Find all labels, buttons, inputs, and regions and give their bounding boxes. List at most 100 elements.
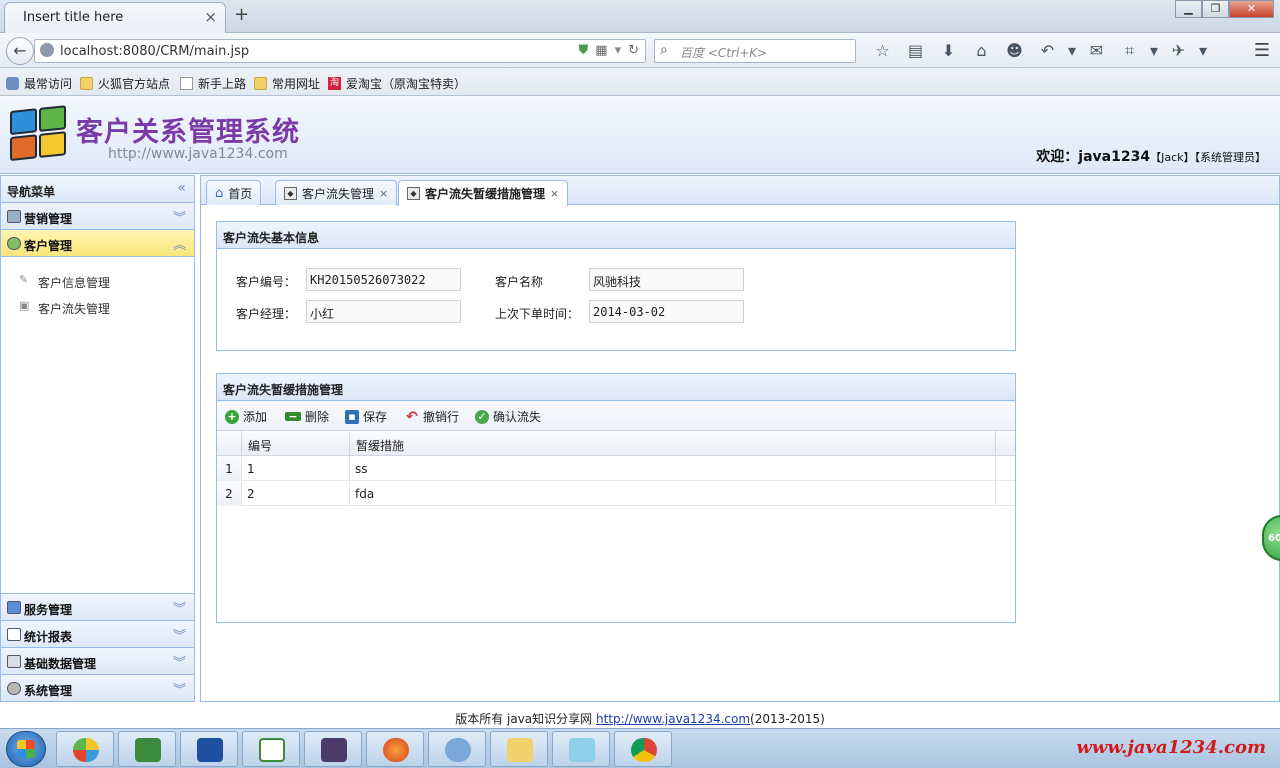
collapse-icon[interactable]: « <box>177 180 186 196</box>
sidebar-item-customer-loss[interactable]: ▣ 客户流失管理 <box>1 293 194 319</box>
taskbar-app[interactable] <box>490 731 548 767</box>
logo-icon <box>10 105 68 163</box>
taskbar-app[interactable] <box>428 731 486 767</box>
confirm-loss-button[interactable]: ✓ 确认流失 <box>475 408 541 425</box>
bookmark-item[interactable]: 淘 爱淘宝（原淘宝特卖） <box>328 75 466 92</box>
cell-id[interactable]: 1 <box>242 456 350 481</box>
database-icon <box>7 655 21 668</box>
customer-no-field[interactable]: KH20150526073022 <box>306 268 461 291</box>
tab-close-icon[interactable]: × <box>204 8 217 26</box>
reading-list-icon[interactable]: ▤ <box>899 41 932 61</box>
word-icon <box>197 738 223 762</box>
chevron-down-icon[interactable]: ︾ <box>173 207 186 226</box>
browser-titlebar: Insert title here × + ▁ ❐ ✕ <box>0 0 1280 33</box>
bookmark-item[interactable]: 火狐官方站点 <box>80 75 170 92</box>
restore-icon[interactable]: ❐ <box>1202 0 1229 18</box>
taskbar-app[interactable] <box>56 731 114 767</box>
chevron-down-icon[interactable]: ︾ <box>173 652 186 671</box>
chevron-down-icon[interactable]: ︾ <box>173 598 186 617</box>
undo-row-button[interactable]: ↶ 撤销行 <box>405 408 459 425</box>
search-bar[interactable]: ⌕ 百度 <Ctrl+K> <box>654 39 856 63</box>
grid-column-header[interactable]: 暂缓措施 <box>350 431 996 456</box>
chevron-up-icon[interactable]: ︽ <box>173 234 186 253</box>
minimize-icon[interactable]: ▁ <box>1175 0 1202 18</box>
table-row[interactable]: 1 1 ss <box>217 456 1015 481</box>
delete-button[interactable]: − 删除 <box>285 408 329 425</box>
tab-loss-measures[interactable]: ◆ 客户流失暂缓措施管理 × <box>398 180 569 206</box>
cell-id[interactable]: 2 <box>242 481 350 506</box>
page-icon <box>180 77 193 90</box>
addon-icon[interactable]: ✈ <box>1162 41 1195 61</box>
welcome-text: 欢迎：java1234【Jack】【系统管理员】 <box>1036 146 1266 166</box>
menu-icon[interactable]: ☰ <box>1254 40 1270 61</box>
bookmark-item[interactable]: 最常访问 <box>6 75 72 92</box>
reload-icon[interactable]: ↻ <box>628 43 639 58</box>
browser-toolbar-icons: ☆ ▤ ⬇ ⌂ ☻ ↶ ▾ ✉ ⌗ ▾ ✈ ▾ <box>866 41 1211 61</box>
dropdown-icon[interactable]: ▾ <box>615 43 622 58</box>
tab-home[interactable]: ⌂ 首页 <box>206 180 262 205</box>
back-icon[interactable]: ← <box>6 37 34 65</box>
taskbar-app[interactable] <box>118 731 176 767</box>
save-button[interactable]: ▪ 保存 <box>345 408 387 425</box>
sidebar-group-service[interactable]: 服务管理 ︾ <box>1 593 194 620</box>
url-text[interactable]: localhost:8080/CRM/main.jsp <box>60 44 249 59</box>
star-icon[interactable]: ☆ <box>866 41 899 61</box>
confirm-label: 确认流失 <box>493 410 542 424</box>
new-tab-icon[interactable]: + <box>234 4 249 25</box>
footer-link[interactable]: http://www.java1234.com <box>596 712 750 726</box>
url-bar[interactable]: localhost:8080/CRM/main.jsp ⛊ ▦ ▾ ↻ <box>34 39 646 63</box>
taskbar-app[interactable] <box>304 731 362 767</box>
shield-icon[interactable]: ⛊ <box>579 43 589 58</box>
close-window-icon[interactable]: ✕ <box>1229 0 1274 18</box>
dropdown-icon[interactable]: ▾ <box>1064 41 1080 61</box>
crop-icon[interactable]: ⌗ <box>1113 41 1146 61</box>
taskbar-app[interactable] <box>366 731 424 767</box>
sidebar-collapsed-groups: 服务管理 ︾ 统计报表 ︾ 基础数据管理 ︾ 系统管理 ︾ <box>1 593 194 701</box>
start-button[interactable] <box>6 731 46 767</box>
sidebar-item-label: 客户信息管理 <box>38 276 111 290</box>
grid-column-header[interactable]: 编号 <box>242 431 350 456</box>
browser-tab[interactable]: Insert title here × <box>4 2 226 33</box>
page-icon: ▣ <box>19 299 30 312</box>
sidebar-group-system[interactable]: 系统管理 ︾ <box>1 674 194 701</box>
chevron-down-icon[interactable]: ︾ <box>173 679 186 698</box>
sidebar-group-marketing[interactable]: 营销管理 ︾ <box>1 203 194 230</box>
pinwheel-icon <box>73 738 99 762</box>
page-icon: ✎ <box>19 273 29 286</box>
chevron-down-icon[interactable]: ︾ <box>173 625 186 644</box>
tab-label: 客户流失暂缓措施管理 <box>425 187 546 201</box>
dolphin-icon <box>445 738 471 762</box>
comment-icon[interactable]: ✉ <box>1080 41 1113 61</box>
chat-icon[interactable]: ☻ <box>998 41 1031 61</box>
table-row[interactable]: 2 2 fda <box>217 481 1015 506</box>
cell-measure[interactable]: fda <box>350 481 996 506</box>
taskbar-app[interactable] <box>242 731 300 767</box>
bookmark-item[interactable]: 新手上路 <box>180 75 246 92</box>
taskbar-app[interactable] <box>180 731 238 767</box>
taskbar-app[interactable] <box>614 731 672 767</box>
customer-name-field[interactable]: 风驰科技 <box>589 268 744 291</box>
folder-icon <box>254 77 267 90</box>
sidebar-item-customer-info[interactable]: ✎ 客户信息管理 <box>1 267 194 293</box>
dropdown-icon[interactable]: ▾ <box>1195 41 1211 61</box>
close-icon[interactable]: × <box>379 187 388 200</box>
sidebar-group-reports[interactable]: 统计报表 ︾ <box>1 620 194 647</box>
qr-icon[interactable]: ▦ <box>595 43 607 58</box>
save-icon: ▪ <box>345 409 359 424</box>
grid-rownum-header <box>217 431 242 456</box>
cell-measure[interactable]: ss <box>350 456 996 481</box>
dropdown-icon[interactable]: ▾ <box>1146 41 1162 61</box>
bookmark-item[interactable]: 常用网址 <box>254 75 320 92</box>
home-icon[interactable]: ⌂ <box>965 41 998 61</box>
download-icon[interactable]: ⬇ <box>932 41 965 61</box>
add-button[interactable]: + 添加 <box>225 408 267 425</box>
manager-field[interactable]: 小红 <box>306 300 461 323</box>
undo-icon[interactable]: ↶ <box>1031 41 1064 61</box>
last-order-field[interactable]: 2014-03-02 <box>589 300 744 323</box>
sidebar-group-basedata[interactable]: 基础数据管理 ︾ <box>1 647 194 674</box>
close-icon[interactable]: × <box>550 187 559 200</box>
sidebar-group-customer[interactable]: 客户管理 ︽ <box>1 230 194 257</box>
add-icon: + <box>225 409 239 424</box>
tab-customer-loss[interactable]: ◆ 客户流失管理 × <box>275 180 398 205</box>
taskbar-app[interactable] <box>552 731 610 767</box>
